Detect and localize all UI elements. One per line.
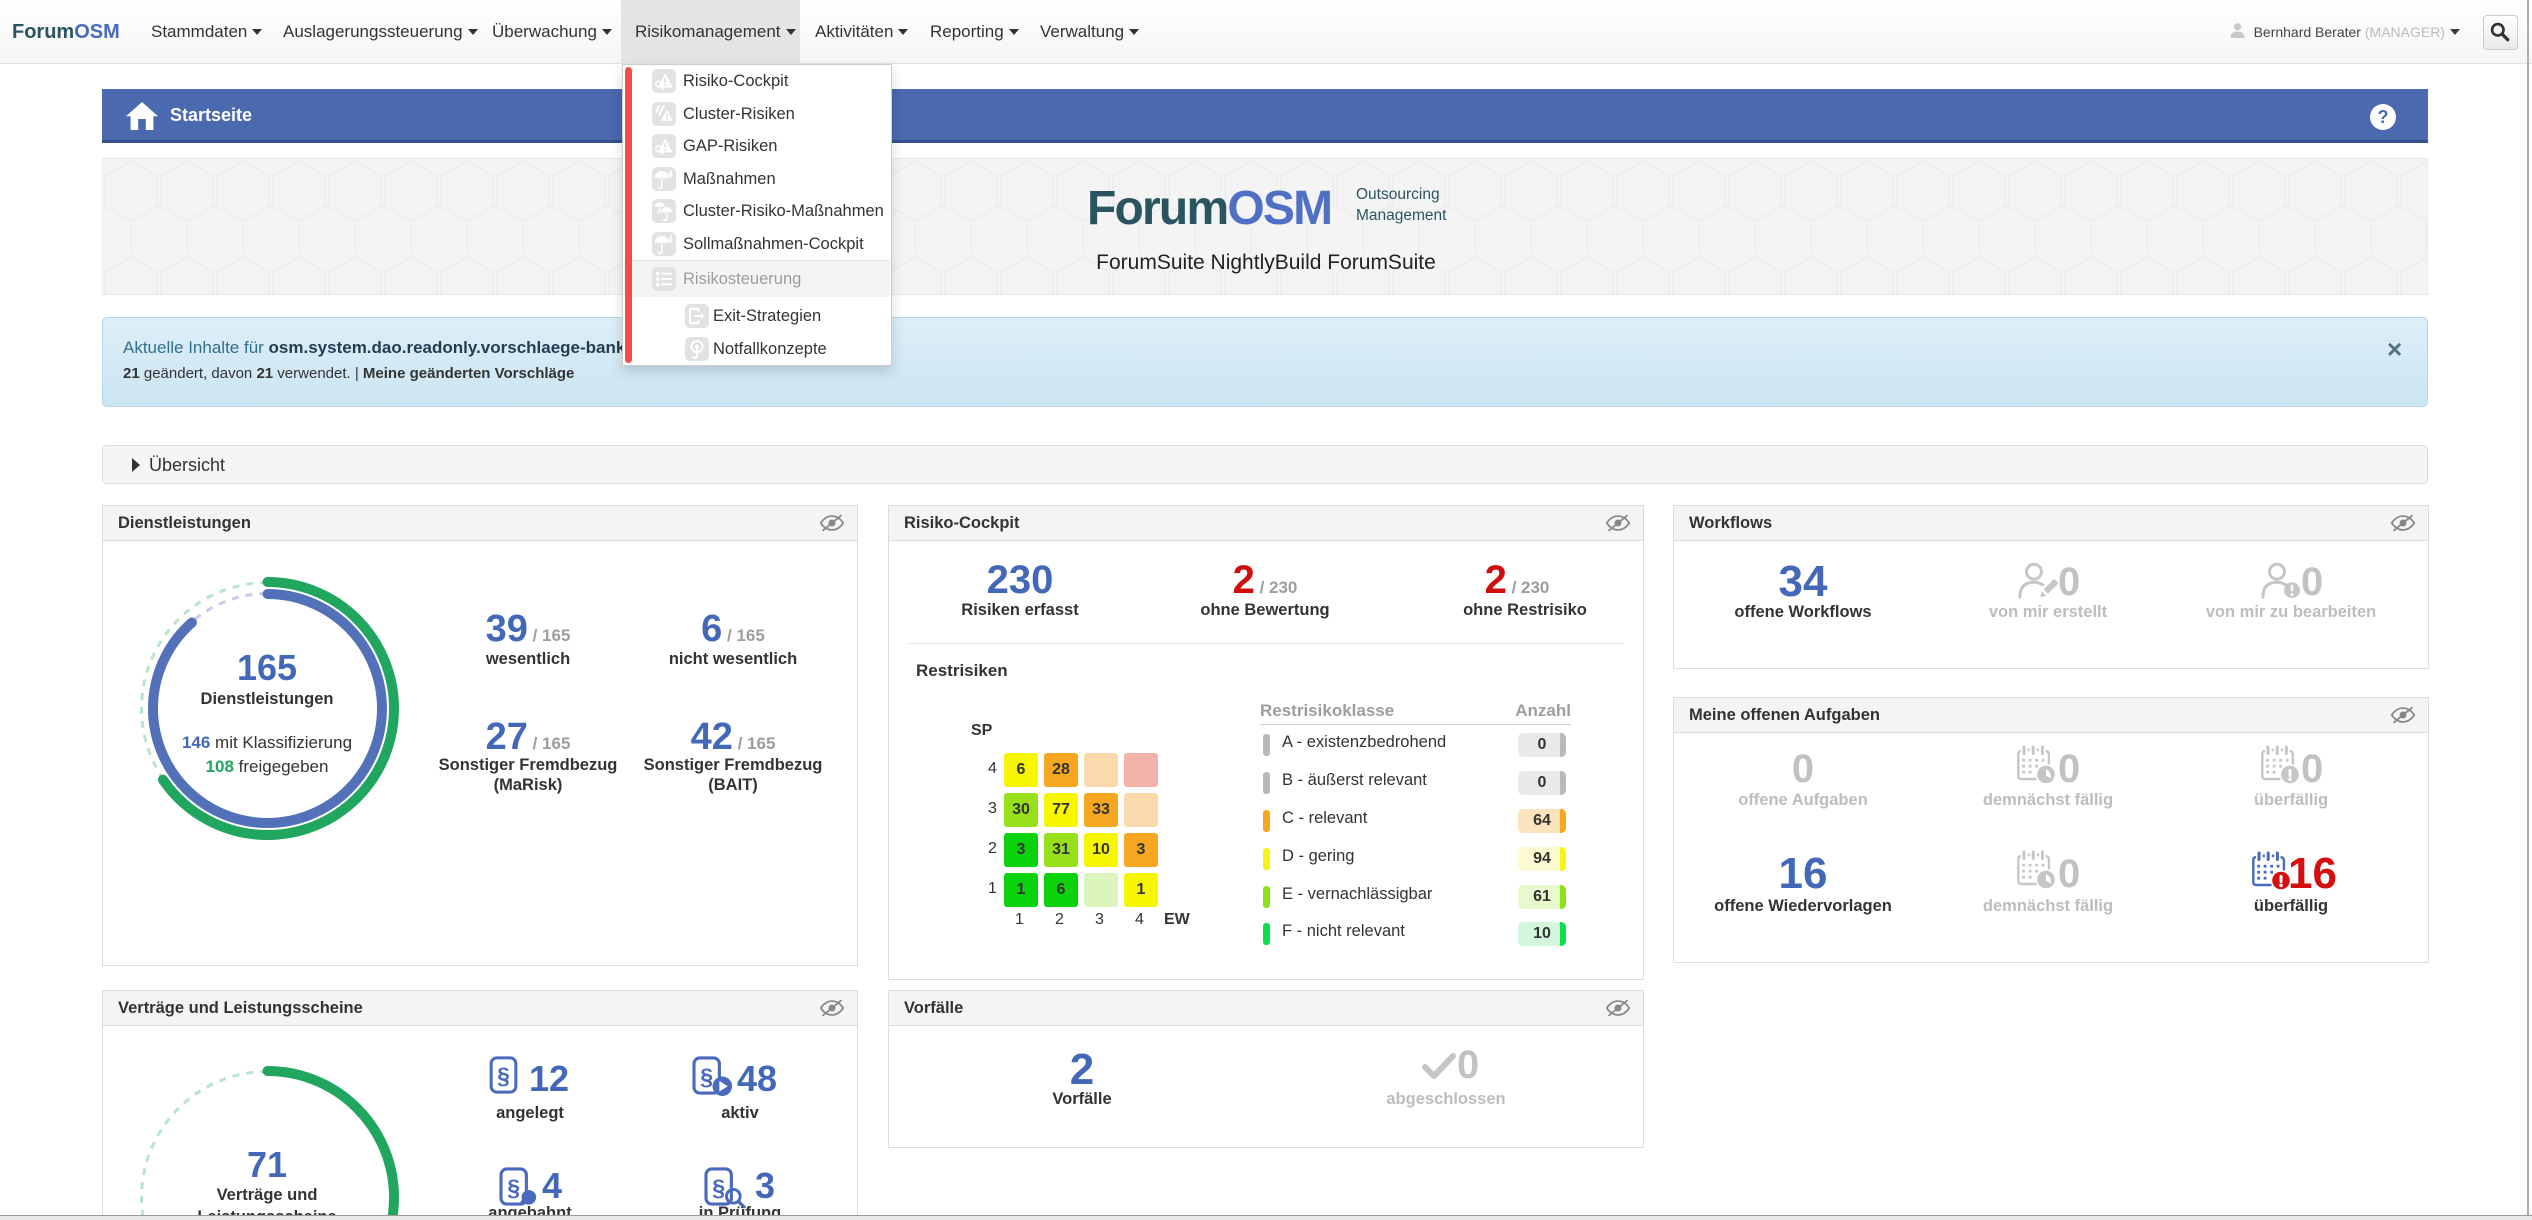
svg-text:§: § [712,1174,725,1200]
svg-text:§: § [497,1063,510,1089]
svg-text:§: § [507,1174,520,1200]
svg-text:§: § [700,1063,713,1089]
